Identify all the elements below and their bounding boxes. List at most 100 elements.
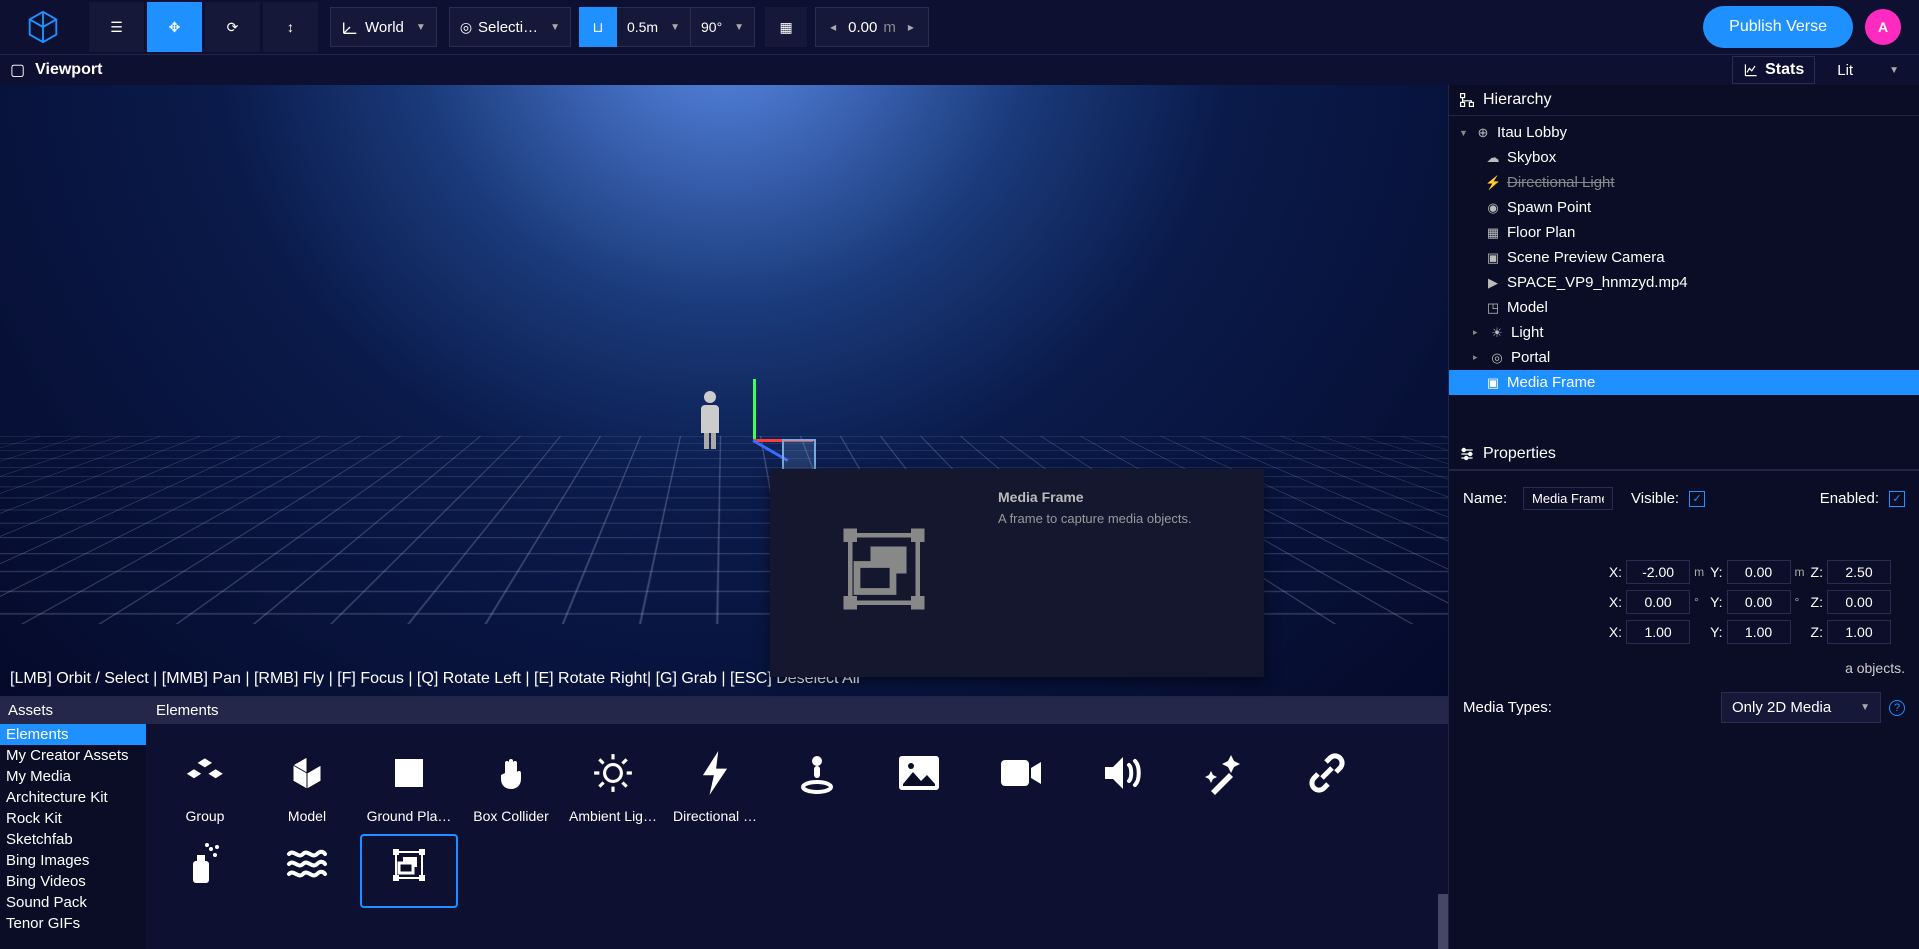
target-icon: ◎ xyxy=(460,19,472,36)
axis-z-label: Z: xyxy=(1811,624,1823,640)
rotation-z-input[interactable] xyxy=(1827,590,1891,614)
hierarchy-item-directional-light[interactable]: ⚡Directional Light xyxy=(1449,170,1919,195)
hierarchy-root[interactable]: ▼ ⊕ Itau Lobby xyxy=(1449,120,1919,145)
user-avatar[interactable]: A xyxy=(1865,9,1901,45)
element-video[interactable] xyxy=(972,744,1070,830)
help-icon[interactable]: ? xyxy=(1889,700,1905,716)
increase-button[interactable]: ▸ xyxy=(902,20,920,34)
description-fragment: a objects. xyxy=(1463,660,1905,676)
assets-category-bing-images[interactable]: Bing Images xyxy=(0,850,146,871)
shading-mode-label: Lit xyxy=(1837,62,1853,79)
scale-z-input[interactable] xyxy=(1827,620,1891,644)
assets-category-sketchfab[interactable]: Sketchfab xyxy=(0,829,146,850)
stats-toggle[interactable]: Stats xyxy=(1732,56,1815,84)
hierarchy-item-skybox[interactable]: ☁Skybox xyxy=(1449,145,1919,170)
elements-scrollbar[interactable] xyxy=(1438,894,1448,949)
snap-angle-value: 90° xyxy=(701,19,722,35)
assets-category-bing-videos[interactable]: Bing Videos xyxy=(0,871,146,892)
hierarchy-item-floor-plan[interactable]: ▦Floor Plan xyxy=(1449,220,1919,245)
publish-button[interactable]: Publish Verse xyxy=(1703,6,1853,48)
scale-icon: ↕ xyxy=(287,19,294,35)
element-model[interactable]: Model xyxy=(258,744,356,830)
hierarchy-item-media-frame[interactable]: ▣Media Frame xyxy=(1449,370,1919,395)
play-icon: ▶ xyxy=(1485,275,1501,291)
media-types-value: Only 2D Media xyxy=(1732,699,1831,716)
properties-header: Properties xyxy=(1449,439,1919,470)
element-box-collider[interactable]: Box Collider xyxy=(462,744,560,830)
square-icon xyxy=(389,750,429,796)
hierarchy-item-spawn-point[interactable]: ◉Spawn Point xyxy=(1449,195,1919,220)
snap-toggle-button[interactable]: ⊔ xyxy=(579,7,617,47)
top-toolbar: ☰ ✥ ⟳ ↕ World ▼ ◎ Selecti… ▼ ⊔ 0.5m ▼ 90… xyxy=(0,0,1919,55)
assets-category-architecture-kit[interactable]: Architecture Kit xyxy=(0,787,146,808)
assets-category-my-creator-assets[interactable]: My Creator Assets xyxy=(0,745,146,766)
assets-category-rock-kit[interactable]: Rock Kit xyxy=(0,808,146,829)
media-types-dropdown[interactable]: Only 2D Media ▼ xyxy=(1721,692,1881,723)
sliders-icon xyxy=(1459,446,1475,462)
scale-tool-button[interactable]: ↕ xyxy=(263,2,318,52)
hierarchy-item-portal[interactable]: ▸◎Portal xyxy=(1449,345,1919,370)
assets-sidebar: Assets Elements My Creator Assets My Med… xyxy=(0,697,146,949)
element-link[interactable] xyxy=(1278,744,1376,830)
element-directional-light[interactable]: Directional … xyxy=(666,744,764,830)
element-group[interactable]: Group xyxy=(156,744,254,830)
caret-right-icon: ▸ xyxy=(1473,352,1483,363)
position-x-input[interactable] xyxy=(1626,560,1690,584)
element-media-frame[interactable] xyxy=(360,834,458,908)
hierarchy-label: Skybox xyxy=(1507,149,1556,166)
magnet-icon: ⊔ xyxy=(593,19,604,36)
grid-size-input[interactable]: ◂ 0.00 m ▸ xyxy=(815,7,929,47)
enabled-checkbox[interactable]: ✓ xyxy=(1889,491,1905,507)
scale-y-input[interactable] xyxy=(1727,620,1791,644)
element-particle-emitter[interactable] xyxy=(156,834,254,908)
element-particle[interactable] xyxy=(1176,744,1274,830)
visible-checkbox[interactable]: ✓ xyxy=(1689,491,1705,507)
hierarchy-item-light[interactable]: ▸☀Light xyxy=(1449,320,1919,345)
shading-mode-dropdown[interactable]: Lit ▼ xyxy=(1827,58,1909,83)
snap-distance-dropdown[interactable]: 0.5m ▼ xyxy=(617,7,691,47)
audio-icon xyxy=(1101,750,1145,796)
rotation-y-input[interactable] xyxy=(1727,590,1791,614)
element-ground-plane[interactable]: Ground Pla… xyxy=(360,744,458,830)
rotate-tool-button[interactable]: ⟳ xyxy=(205,2,260,52)
orientation-mode-dropdown[interactable]: World ▼ xyxy=(330,7,437,47)
element-spawn-point[interactable] xyxy=(768,744,866,830)
element-audio[interactable] xyxy=(1074,744,1172,830)
chevron-down-icon: ▼ xyxy=(734,22,744,33)
assets-category-sound-pack[interactable]: Sound Pack xyxy=(0,892,146,913)
caret-right-icon: ▸ xyxy=(1473,327,1483,338)
pivot-mode-dropdown[interactable]: ◎ Selecti… ▼ xyxy=(449,7,571,47)
scale-x-input[interactable] xyxy=(1626,620,1690,644)
snap-angle-dropdown[interactable]: 90° ▼ xyxy=(691,7,755,47)
grid-toggle-button[interactable]: ▦ xyxy=(765,7,807,47)
element-water[interactable] xyxy=(258,834,356,908)
app-logo[interactable] xyxy=(0,0,85,55)
move-tool-button[interactable]: ✥ xyxy=(147,2,202,52)
decrease-button[interactable]: ◂ xyxy=(824,20,842,34)
globe-icon: ⊕ xyxy=(1475,125,1491,141)
chevron-down-icon: ▼ xyxy=(1860,702,1870,713)
position-z-input[interactable] xyxy=(1827,560,1891,584)
menu-button[interactable]: ☰ xyxy=(89,2,144,52)
gizmo-y-axis[interactable] xyxy=(753,379,756,439)
element-ambient-light[interactable]: Ambient Lig… xyxy=(564,744,662,830)
assets-category-my-media[interactable]: My Media xyxy=(0,766,146,787)
orientation-mode-label: World xyxy=(365,19,404,36)
grid-size-value: 0.00 xyxy=(848,19,877,36)
hierarchy-item-video-file[interactable]: ▶SPACE_VP9_hnmzyd.mp4 xyxy=(1449,270,1919,295)
assets-category-tenor-gifs[interactable]: Tenor GIFs xyxy=(0,913,146,934)
rotation-x-input[interactable] xyxy=(1626,590,1690,614)
hierarchy-item-scene-camera[interactable]: ▣Scene Preview Camera xyxy=(1449,245,1919,270)
position-y-input[interactable] xyxy=(1727,560,1791,584)
chevron-down-icon: ▼ xyxy=(670,22,680,33)
name-label: Name: xyxy=(1463,490,1513,507)
element-image[interactable] xyxy=(870,744,968,830)
axes-icon xyxy=(341,18,359,36)
hierarchy-item-model[interactable]: ◳Model xyxy=(1449,295,1919,320)
sun-icon: ☀ xyxy=(1489,325,1505,341)
camera-icon: ▣ xyxy=(1485,250,1501,266)
image-icon xyxy=(897,750,941,796)
bolt-icon xyxy=(697,750,733,796)
assets-category-elements[interactable]: Elements xyxy=(0,724,146,745)
name-input[interactable] xyxy=(1523,487,1613,510)
